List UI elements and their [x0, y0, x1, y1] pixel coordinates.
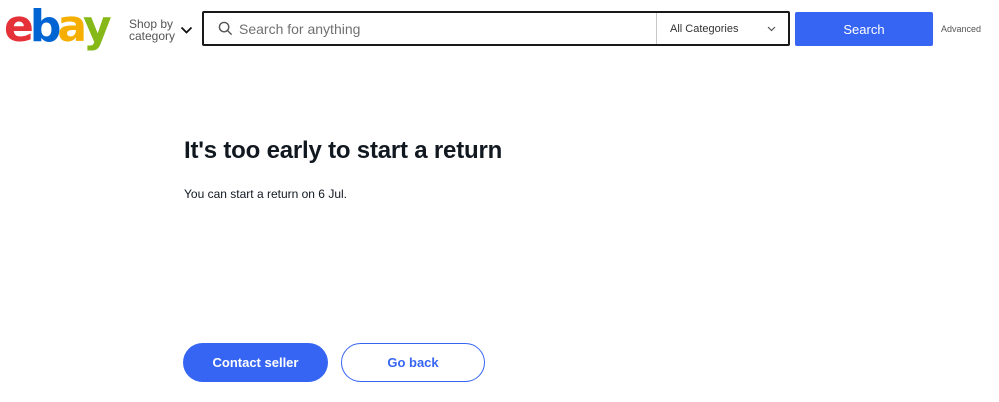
- go-back-button[interactable]: Go back: [341, 343, 485, 382]
- search-bar: All Categories: [202, 11, 790, 46]
- logo-letter-e: e: [4, 1, 34, 52]
- contact-seller-button[interactable]: Contact seller: [183, 343, 328, 382]
- search-icon: [218, 21, 233, 36]
- page-title: It's too early to start a return: [184, 137, 503, 164]
- shop-by-category-label: Shop by category: [129, 17, 176, 43]
- shop-by-category-button[interactable]: Shop by category: [129, 16, 195, 44]
- chevron-down-icon: [180, 26, 193, 34]
- chevron-down-icon: [767, 26, 776, 31]
- advanced-search-link[interactable]: Advanced: [941, 24, 981, 34]
- category-select[interactable]: All Categories: [656, 13, 788, 44]
- return-date-message: You can start a return on 6 Jul.: [184, 187, 347, 201]
- search-input[interactable]: [239, 13, 656, 44]
- logo-letter-y: y: [83, 1, 112, 52]
- search-button[interactable]: Search: [795, 12, 933, 46]
- logo-letter-b: b: [29, 1, 61, 52]
- logo-letter-a: a: [57, 1, 87, 52]
- category-select-value: All Categories: [670, 22, 739, 35]
- ebay-logo[interactable]: ebay: [4, 1, 112, 52]
